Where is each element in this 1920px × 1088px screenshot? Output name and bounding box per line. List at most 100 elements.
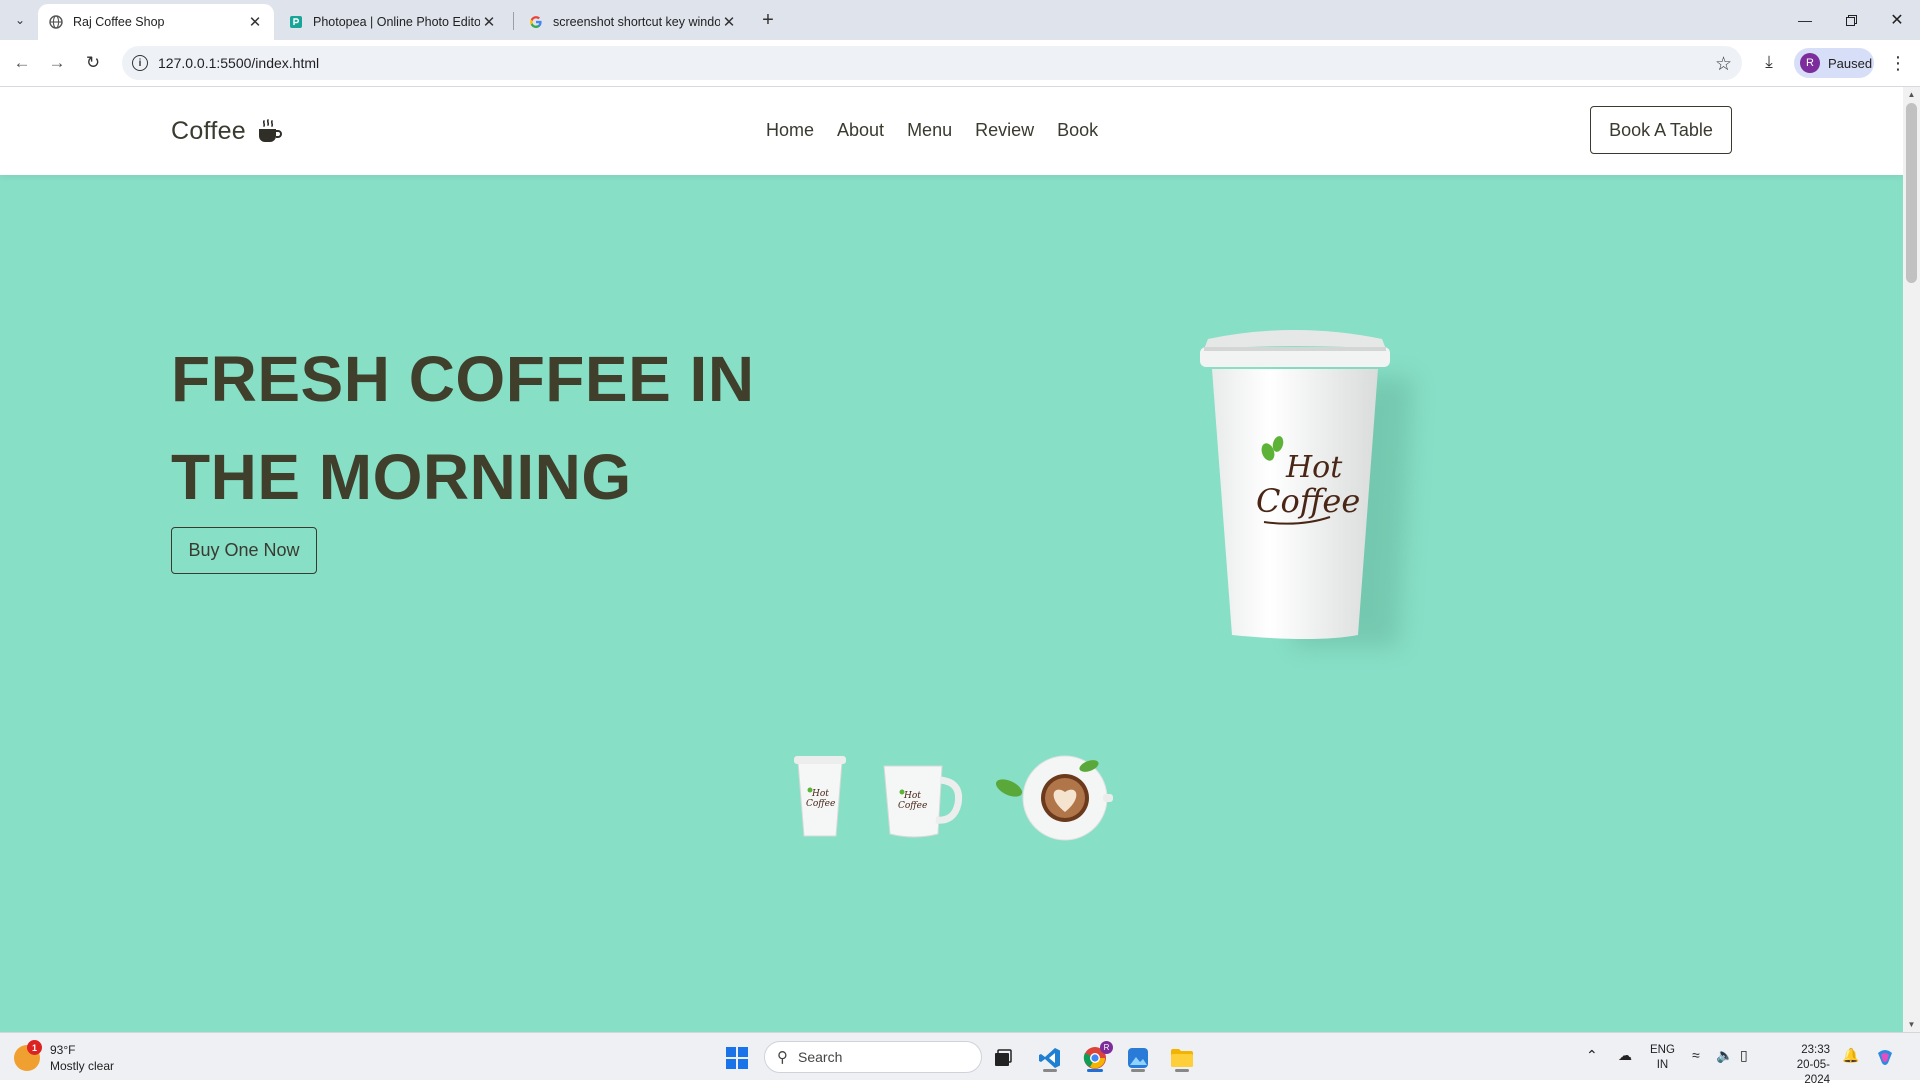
taskbar-search[interactable]: ⚲ Search: [764, 1041, 982, 1073]
browser-menu-button[interactable]: ⋮: [1886, 49, 1910, 77]
clock-time: 23:33: [1801, 1044, 1830, 1056]
taskbar: 1 93°F Mostly clear ⚲ Search R ⌃ ☁ ENG I…: [0, 1032, 1920, 1086]
svg-text:Coffee: Coffee: [898, 801, 927, 811]
show-hidden-icons-chevron[interactable]: ⌃: [1586, 1047, 1598, 1064]
cup-brand-hot: Hot: [1285, 450, 1343, 485]
lang-region: IN: [1656, 1059, 1669, 1071]
tab-title: Photopea | Online Photo Editor: [313, 15, 480, 29]
clock-date: 20-05-2024: [1796, 1059, 1830, 1086]
arrow-right-icon: →: [48, 53, 66, 72]
bookmark-star-icon[interactable]: ☆: [1715, 53, 1732, 76]
reload-button[interactable]: ↻: [78, 48, 108, 78]
tab-separator: [513, 12, 514, 30]
weather-temp: 93°F: [50, 1043, 76, 1057]
chrome-profile-badge: R: [1100, 1041, 1113, 1054]
weather-desc: Mostly clear: [50, 1059, 115, 1073]
tab-search-button[interactable]: ⌄: [8, 8, 32, 32]
thumb-mug[interactable]: Hot Coffee: [880, 762, 966, 847]
photos-taskbar-button[interactable]: [1121, 1041, 1155, 1075]
book-table-button[interactable]: Book A Table: [1590, 106, 1732, 154]
url-text[interactable]: 127.0.0.1:5500/index.html: [158, 55, 319, 71]
site-info-icon[interactable]: i: [132, 55, 148, 71]
profile-status: Paused: [1828, 55, 1873, 71]
reload-icon: ↻: [85, 53, 101, 72]
tab-photopea[interactable]: Photopea | Online Photo Editor ✕: [278, 4, 508, 40]
notification-bell-icon[interactable]: 🔔: [1842, 1047, 1859, 1064]
site-header: Coffee Home About Menu Review Book Book …: [0, 87, 1903, 175]
weather-widget[interactable]: 1 93°F Mostly clear: [14, 1040, 115, 1074]
battery-icon[interactable]: ▯: [1740, 1047, 1748, 1064]
wifi-icon[interactable]: ≈: [1692, 1047, 1700, 1063]
scroll-up-icon[interactable]: ▲: [1903, 87, 1920, 102]
tab-strip: ⌄ Raj Coffee Shop ✕ Photopea | Online Ph…: [0, 0, 1920, 40]
language-indicator[interactable]: ENG IN: [1650, 1043, 1675, 1073]
nav-review[interactable]: Review: [975, 120, 1034, 141]
google-icon: [528, 14, 544, 30]
page-viewport: Coffee Home About Menu Review Book Book …: [0, 87, 1903, 1032]
thumb-paper-cup[interactable]: Hot Coffee: [790, 752, 852, 847]
arrow-left-icon: ←: [13, 53, 31, 72]
scrollbar-thumb[interactable]: [1906, 103, 1917, 283]
file-explorer-button[interactable]: [1165, 1041, 1199, 1075]
browser-toolbar: ← → ↻ i 127.0.0.1:5500/index.html ☆ ⤓ R …: [0, 40, 1920, 87]
restore-icon: [1845, 14, 1857, 26]
minimize-button[interactable]: —: [1782, 6, 1828, 34]
downloads-button[interactable]: ⤓: [1756, 49, 1782, 75]
main-nav: Home About Menu Review Book: [766, 120, 1098, 141]
svg-text:Coffee: Coffee: [806, 799, 835, 809]
start-button[interactable]: [720, 1041, 754, 1075]
plus-icon: +: [762, 8, 774, 31]
restore-button[interactable]: [1828, 6, 1874, 34]
photopea-icon: [288, 14, 304, 30]
address-bar[interactable]: i 127.0.0.1:5500/index.html ☆: [122, 46, 1742, 80]
forward-button[interactable]: →: [42, 48, 72, 78]
new-tab-button[interactable]: +: [756, 8, 780, 32]
close-icon: ✕: [1890, 12, 1904, 29]
svg-text:Hot: Hot: [811, 789, 829, 799]
buy-now-button[interactable]: Buy One Now: [171, 527, 317, 574]
scroll-down-icon[interactable]: ▼: [1903, 1017, 1920, 1032]
avatar: R: [1800, 53, 1820, 73]
task-view-button[interactable]: [986, 1041, 1020, 1075]
running-indicator: [1131, 1069, 1145, 1072]
vscode-taskbar-button[interactable]: [1033, 1041, 1067, 1075]
tab-google-search[interactable]: screenshot shortcut key windo ✕: [518, 4, 748, 40]
profile-button[interactable]: R Paused: [1794, 48, 1874, 78]
minimize-icon: —: [1798, 12, 1812, 28]
onedrive-sync-icon[interactable]: ☁: [1618, 1047, 1632, 1064]
vscode-icon: [1039, 1048, 1060, 1068]
chrome-taskbar-button[interactable]: R: [1078, 1041, 1113, 1075]
cup-brand-coffee: Coffee: [1256, 482, 1360, 520]
page-scrollbar[interactable]: ▲ ▼: [1903, 87, 1920, 1032]
browser-frame: ⌄ Raj Coffee Shop ✕ Photopea | Online Ph…: [0, 0, 1920, 87]
logo-text: Coffee: [171, 117, 247, 145]
tab-raj-coffee-shop[interactable]: Raj Coffee Shop ✕: [38, 4, 274, 40]
close-tab-icon[interactable]: ✕: [246, 13, 264, 31]
search-placeholder: Search: [798, 1049, 843, 1065]
copilot-button[interactable]: [1870, 1041, 1900, 1075]
running-indicator: [1175, 1069, 1189, 1072]
close-window-button[interactable]: ✕: [1874, 6, 1920, 34]
system-clock[interactable]: 23:33 20-05-2024: [1774, 1043, 1830, 1088]
notification-badge: 1: [27, 1040, 42, 1055]
weather-sun-icon: 1: [14, 1040, 42, 1071]
active-indicator: [1087, 1069, 1103, 1072]
tab-title: Raj Coffee Shop: [73, 15, 165, 29]
task-view-icon: [995, 1049, 1012, 1066]
nav-menu[interactable]: Menu: [907, 120, 952, 141]
globe-icon: [48, 14, 64, 30]
close-tab-icon[interactable]: ✕: [720, 13, 738, 31]
search-icon: ⚲: [777, 1049, 788, 1066]
nav-about[interactable]: About: [837, 120, 884, 141]
chevron-down-icon: ⌄: [14, 13, 26, 27]
thumb-latte[interactable]: [985, 752, 1115, 849]
more-vert-icon: ⋮: [1889, 52, 1907, 73]
nav-home[interactable]: Home: [766, 120, 814, 141]
nav-book[interactable]: Book: [1057, 120, 1098, 141]
lang-code: ENG: [1650, 1044, 1675, 1056]
site-logo[interactable]: Coffee: [171, 117, 282, 146]
volume-icon[interactable]: 🔈: [1716, 1047, 1733, 1064]
folder-icon: [1171, 1049, 1193, 1067]
close-tab-icon[interactable]: ✕: [480, 13, 498, 31]
back-button[interactable]: ←: [7, 48, 37, 78]
